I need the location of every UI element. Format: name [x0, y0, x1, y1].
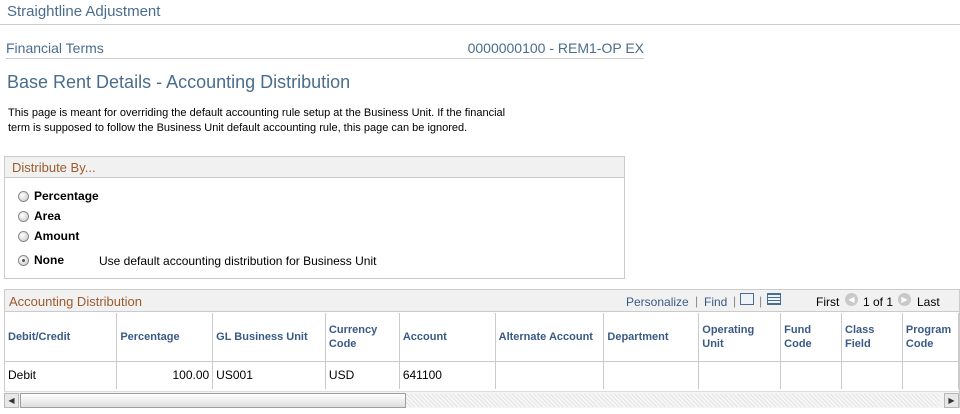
column-header: GL Business Unit — [212, 313, 326, 362]
column-header: Operating Unit — [698, 313, 782, 362]
next-icon[interactable]: ▶ — [898, 293, 911, 306]
radio-none[interactable]: None — [18, 252, 64, 268]
first-label: First — [816, 295, 840, 309]
financial-terms-row: Financial Terms 0000000100 - REM1-OP EX — [6, 39, 644, 59]
column-header: Account — [399, 313, 496, 362]
table-cell — [841, 361, 903, 389]
page-header: Straightline Adjustment — [0, 0, 960, 25]
radio-none-label: None — [34, 253, 64, 267]
find-link[interactable]: Find — [704, 295, 727, 309]
section-title: Base Rent Details - Accounting Distribut… — [7, 72, 351, 92]
download-icon[interactable] — [767, 293, 781, 305]
radio-percentage[interactable]: Percentage — [18, 188, 99, 204]
column-header: Fund Code — [780, 313, 843, 362]
radio-none-button[interactable] — [18, 254, 29, 266]
radio-amount[interactable]: Amount — [18, 228, 79, 244]
view-all-icon[interactable] — [740, 293, 754, 305]
page-title: Straightline Adjustment — [7, 3, 161, 20]
table-cell — [902, 361, 959, 389]
table-cell — [780, 361, 843, 389]
table-cell: Debit — [5, 361, 118, 389]
table-cell: 641100 — [399, 361, 496, 389]
info-text: This page is meant for overriding the de… — [8, 107, 506, 134]
table-row: Debit 100.00 US001 USD 641100 — [5, 361, 959, 389]
column-header: Percentage — [116, 313, 214, 362]
personalize-link[interactable]: Personalize — [626, 295, 689, 309]
table-cell — [603, 361, 700, 389]
scroll-track[interactable] — [406, 394, 940, 407]
scroll-right-icon[interactable]: ▶ — [944, 393, 959, 408]
column-header: Program Code — [902, 313, 959, 362]
radio-area[interactable]: Area — [18, 208, 61, 224]
column-header: Department — [603, 313, 700, 362]
column-header: Alternate Account — [495, 313, 605, 362]
radio-percentage-button[interactable] — [18, 190, 29, 202]
grid-table: Debit/Credit Percentage GL Business Unit… — [5, 313, 959, 389]
separator: | — [733, 294, 737, 308]
financial-terms-label: Financial Terms — [6, 40, 104, 56]
radio-amount-label: Amount — [34, 229, 80, 243]
grid-header-row: Debit/Credit Percentage GL Business Unit… — [5, 313, 959, 362]
page-info: 1 of 1 — [863, 295, 894, 309]
separator: | — [695, 294, 699, 308]
scroll-left-icon[interactable]: ◀ — [4, 393, 19, 408]
radio-area-button[interactable] — [18, 210, 29, 222]
grid-header: Accounting Distribution Personalize | Fi… — [5, 290, 959, 312]
separator: | — [759, 294, 763, 308]
previous-icon[interactable]: ◀ — [845, 293, 858, 306]
column-header: Class Field — [841, 313, 903, 362]
financial-terms-value: 0000000100 - REM1-OP EX — [467, 40, 644, 56]
radio-percentage-label: Percentage — [34, 189, 99, 203]
last-label: Last — [917, 295, 940, 309]
none-description: Use default accounting distribution for … — [99, 254, 377, 268]
column-header: Debit/Credit — [5, 313, 118, 362]
table-cell — [698, 361, 782, 389]
radio-area-label: Area — [34, 209, 61, 223]
table-cell: US001 — [212, 361, 326, 389]
table-cell — [495, 361, 605, 389]
distribute-by-title: Distribute By... — [5, 157, 624, 178]
table-cell: USD — [325, 361, 400, 389]
table-cell: 100.00 — [116, 361, 214, 389]
scroll-thumb[interactable] — [20, 393, 406, 408]
radio-amount-button[interactable] — [18, 230, 29, 242]
horizontal-scrollbar[interactable]: ◀ ▶ — [4, 391, 959, 408]
grid-title: Accounting Distribution — [9, 294, 142, 309]
distribute-by-group: Distribute By... Percentage Area Amount … — [4, 156, 625, 279]
column-header: Currency Code — [325, 313, 400, 362]
